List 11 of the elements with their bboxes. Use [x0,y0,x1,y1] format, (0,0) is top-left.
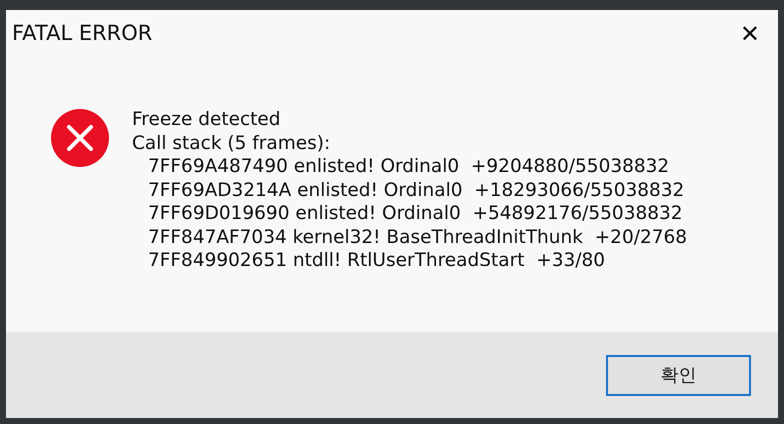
error-icon [50,108,110,168]
ok-button[interactable]: 확인 [606,354,751,396]
window-title: FATAL ERROR [12,20,152,48]
message-line: 7FF849902651 ntdll! RtlUserThreadStart +33/80 [147,249,606,272]
message-line: Freeze detected [132,108,282,132]
message-line: Call stack (5 frames): [132,132,332,155]
message-line: 7FF69D019690 enlisted! Ordinal0 +54892176/55038832 [147,202,684,226]
close-button[interactable]: ✕ [732,18,768,50]
message-line: 7FF69AD3214A enlisted! Ordinal0 +18293066/55038832 [147,178,686,202]
message-line: 7FF69A487490 enlisted! Ordinal0 +9204880/55038832 [147,155,670,178]
message-line: 7FF847AF7034 kernel32! BaseThreadInitThunk +20/2768 [147,226,688,249]
